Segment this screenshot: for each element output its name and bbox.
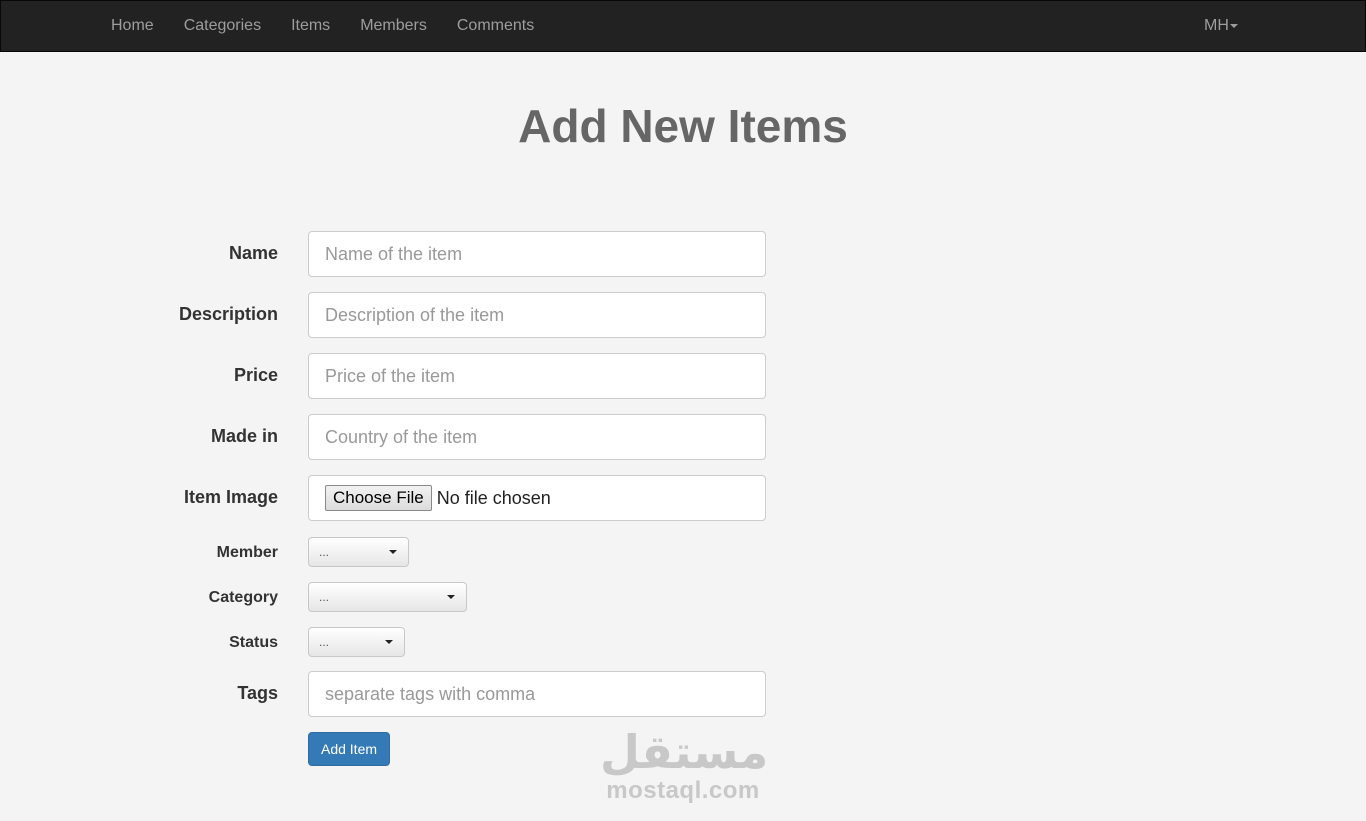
tags-label: Tags — [237, 683, 278, 703]
nav-categories[interactable]: Categories — [169, 1, 276, 51]
watermark-latin: mostaql.com — [606, 777, 760, 804]
name-label: Name — [228, 243, 278, 263]
nav-members[interactable]: Members — [345, 1, 442, 51]
chevron-down-icon — [385, 640, 393, 644]
member-label: Member — [216, 544, 278, 561]
nav-home[interactable]: Home — [96, 1, 169, 51]
nav-items[interactable]: Items — [276, 1, 345, 51]
status-selected: ... — [319, 635, 330, 649]
description-input[interactable] — [308, 292, 766, 338]
made-in-label: Made in — [210, 426, 278, 446]
add-item-button[interactable]: Add Item — [308, 732, 390, 766]
name-input[interactable] — [308, 231, 766, 277]
member-select[interactable]: ... — [308, 537, 409, 567]
nav-links: Home Categories Items Members Comments — [96, 1, 549, 51]
watermark-logo: مستقل mostaql.com — [600, 725, 769, 804]
caret-down-icon — [1229, 23, 1238, 28]
price-label: Price — [233, 365, 278, 385]
member-selected: ... — [319, 545, 330, 559]
user-dropdown[interactable]: MH — [1189, 1, 1253, 51]
description-label: Description — [178, 304, 278, 324]
item-image-label: Item Image — [183, 487, 278, 507]
page-title: Add New Items — [518, 100, 848, 152]
user-name: MH — [1204, 17, 1229, 34]
item-image-field: Choose File No file chosen — [308, 475, 766, 521]
navbar: Home Categories Items Members Comments M… — [0, 0, 1366, 52]
category-select[interactable]: ... — [308, 582, 467, 612]
status-select[interactable]: ... — [308, 627, 405, 657]
chevron-down-icon — [447, 595, 455, 599]
made-in-input[interactable] — [308, 414, 766, 460]
nav-comments[interactable]: Comments — [442, 1, 549, 51]
tags-input[interactable] — [308, 671, 766, 717]
price-input[interactable] — [308, 353, 766, 399]
chevron-down-icon — [389, 550, 397, 554]
category-selected: ... — [319, 590, 330, 604]
status-label: Status — [229, 634, 278, 651]
choose-file-button[interactable]: Choose File — [325, 485, 432, 511]
category-label: Category — [208, 589, 278, 606]
watermark-arabic: مستقل — [600, 725, 769, 779]
file-status: No file chosen — [436, 487, 551, 508]
